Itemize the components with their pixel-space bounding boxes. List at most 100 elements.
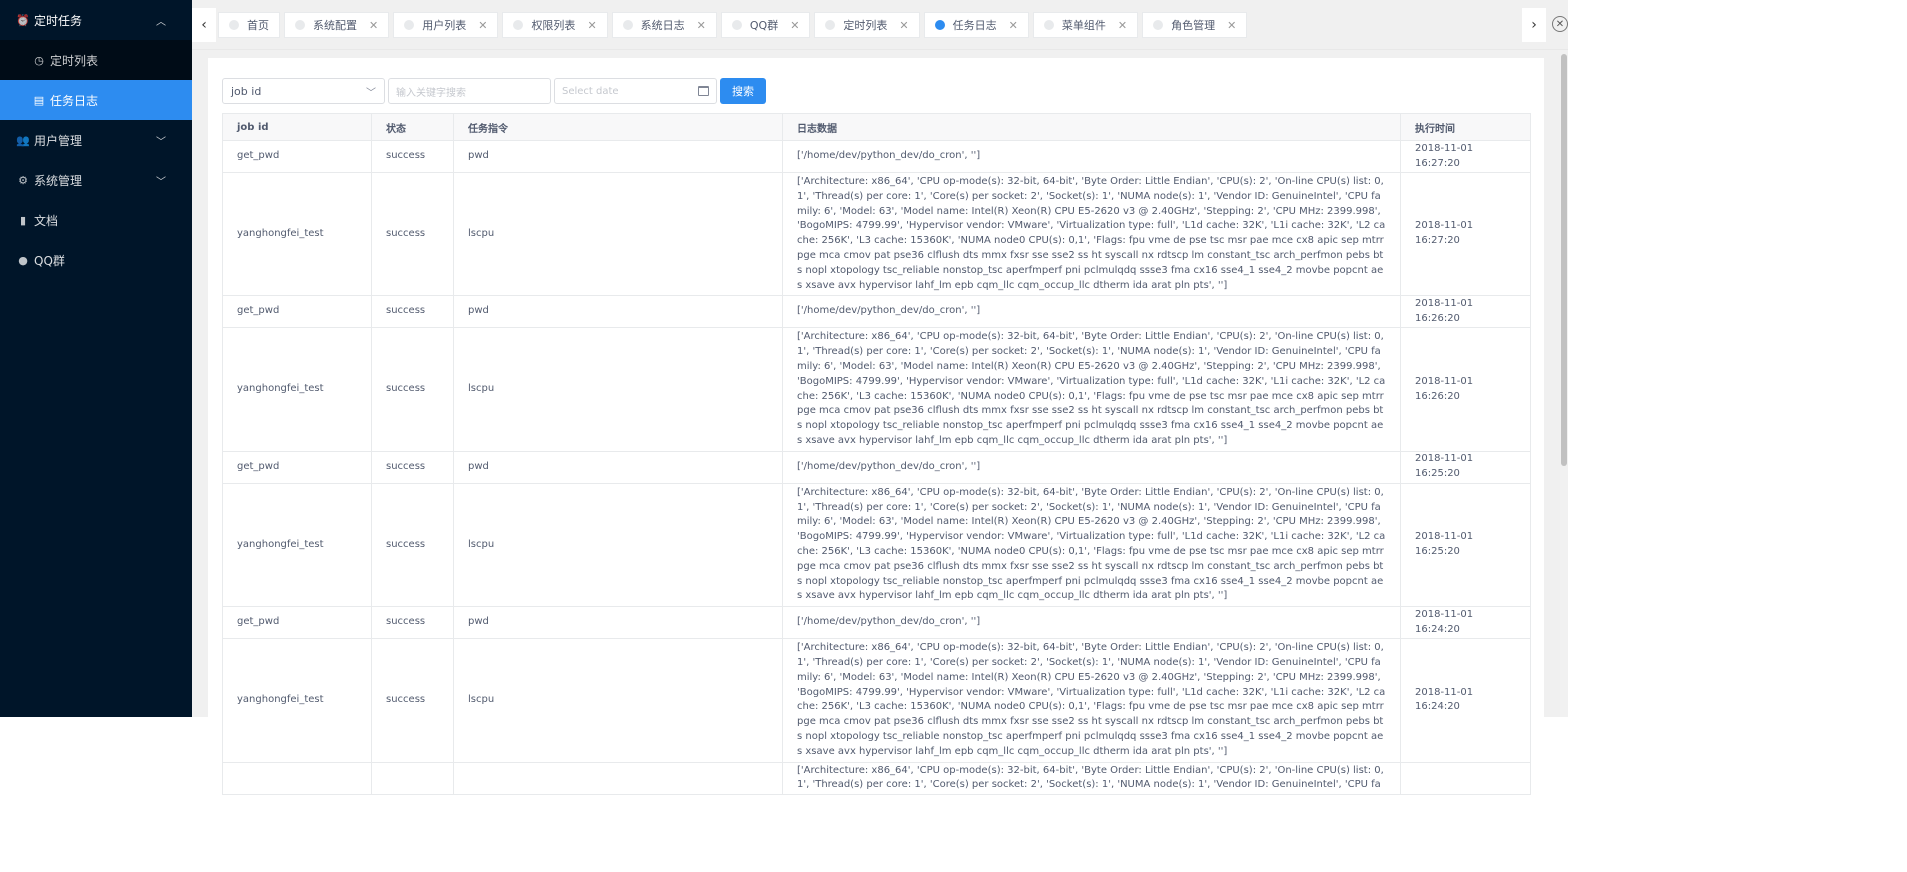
- sidebar: ⏰ 定时任务 ︿ ◷ 定时列表 ▤ 任务日志 👥 用户管理 ﹀ ⚙ 系统管理 ﹀…: [0, 0, 192, 717]
- cell-status: success: [371, 450, 454, 484]
- cell-job-id: get_pwd: [222, 606, 372, 640]
- cell-log: ['Architecture: x86_64', 'CPU op-mode(s)…: [782, 761, 1401, 795]
- cell-time: 2018-11-01 16:27:20: [1400, 171, 1531, 297]
- close-icon[interactable]: ✕: [1009, 19, 1018, 32]
- col-header-command[interactable]: 任务指令: [453, 113, 783, 141]
- col-header-log[interactable]: 日志数据: [782, 113, 1401, 141]
- table-row[interactable]: yanghongfei_test success lscpu ['Archite…: [222, 638, 1531, 763]
- tab-menu-components[interactable]: 菜单组件 ✕: [1032, 12, 1139, 38]
- tab-status-dot: [1043, 20, 1054, 30]
- menu-qq-group[interactable]: ● QQ群: [0, 240, 192, 280]
- tab-status-dot: [295, 20, 305, 30]
- table-row[interactable]: yanghongfei_test success lscpu ['Archite…: [222, 482, 1531, 608]
- date-placeholder: Select date: [562, 85, 619, 97]
- tab-label: 首页: [247, 19, 269, 32]
- cell-log: ['/home/dev/python_dev/do_cron', '']: [782, 606, 1401, 640]
- close-all-tabs-icon[interactable]: ✕: [1552, 16, 1568, 32]
- col-header-status[interactable]: 状态: [371, 113, 454, 141]
- table-row[interactable]: yanghongfei_test success lscpu ['Archite…: [222, 327, 1531, 452]
- close-icon[interactable]: ✕: [899, 19, 908, 32]
- tab-status-dot: [934, 20, 945, 30]
- tab-status-dot: [622, 20, 633, 30]
- tab-system-config[interactable]: 系统配置 ✕: [284, 12, 390, 38]
- cell-status: success: [371, 482, 454, 608]
- cell-command: pwd: [453, 295, 783, 329]
- qq-icon: ●: [18, 253, 28, 267]
- cell-status: success: [371, 295, 454, 329]
- cell-job-id: get_pwd: [222, 140, 372, 173]
- search-button[interactable]: 搜索: [720, 78, 766, 104]
- tab-scroll-right-button[interactable]: ›: [1522, 8, 1546, 42]
- close-icon[interactable]: ✕: [369, 19, 378, 32]
- close-icon[interactable]: ✕: [478, 19, 487, 32]
- tab-status-dot: [1153, 20, 1164, 30]
- table-row[interactable]: yanghongfei_test success lscpu ['Archite…: [222, 171, 1531, 297]
- menu-cron-jobs[interactable]: ⏰ 定时任务 ︿: [0, 0, 192, 40]
- tab-role-management[interactable]: 角色管理 ✕: [1142, 12, 1248, 38]
- cell-job-id: yanghongfei_test: [222, 482, 372, 608]
- task-log-table: job id 状态 任务指令 日志数据 执行时间 get_pwd success…: [222, 113, 1531, 795]
- cell-status: success: [371, 606, 454, 640]
- cell-log: ['Architecture: x86_64', 'CPU op-mode(s)…: [782, 482, 1401, 608]
- tab-scroll-left-button[interactable]: ‹: [192, 8, 216, 42]
- tab-label: 用户列表: [422, 19, 467, 32]
- document-icon: ▤: [33, 93, 45, 107]
- sidebar-item-cron-list[interactable]: ◷ 定时列表: [0, 40, 192, 80]
- submenu-cron: ◷ 定时列表 ▤ 任务日志: [0, 40, 192, 120]
- cell-time: [1400, 761, 1531, 795]
- table-row[interactable]: get_pwd success pwd ['/home/dev/python_d…: [222, 295, 1531, 329]
- close-icon[interactable]: ✕: [1118, 19, 1127, 32]
- col-header-job-id[interactable]: job id: [222, 113, 372, 141]
- cell-log: ['/home/dev/python_dev/do_cron', '']: [782, 140, 1401, 173]
- close-icon[interactable]: ✕: [790, 19, 799, 32]
- close-icon[interactable]: ✕: [697, 19, 706, 32]
- tab-label: 定时列表: [843, 19, 888, 32]
- close-icon[interactable]: ✕: [587, 19, 596, 32]
- cell-log: ['Architecture: x86_64', 'CPU op-mode(s)…: [782, 638, 1401, 763]
- table-header-row: job id 状态 任务指令 日志数据 执行时间: [222, 113, 1531, 141]
- cell-command: lscpu: [453, 171, 783, 297]
- tab-label: 任务日志: [952, 19, 997, 32]
- page-scrollbar[interactable]: [1560, 50, 1568, 717]
- cell-command: lscpu: [453, 327, 783, 452]
- table-row[interactable]: get_pwd success pwd ['/home/dev/python_d…: [222, 450, 1531, 484]
- keyword-search-input[interactable]: 输入关键字搜索: [388, 78, 551, 104]
- menu-docs[interactable]: ▮ 文档: [0, 200, 192, 240]
- cell-command: lscpu: [453, 482, 783, 608]
- cell-log: ['/home/dev/python_dev/do_cron', '']: [782, 450, 1401, 484]
- cell-job-id: [222, 761, 372, 795]
- table-row[interactable]: get_pwd success pwd ['/home/dev/python_d…: [222, 140, 1531, 173]
- scrollbar-thumb[interactable]: [1561, 54, 1567, 466]
- tab-system-log[interactable]: 系统日志 ✕: [611, 12, 717, 38]
- tab-task-log[interactable]: 任务日志 ✕: [923, 12, 1029, 38]
- cell-job-id: yanghongfei_test: [222, 171, 372, 297]
- cell-time: 2018-11-01 16:26:20: [1400, 327, 1531, 452]
- cell-time: 2018-11-01 16:24:20: [1400, 606, 1531, 640]
- cell-command: pwd: [453, 140, 783, 173]
- search-toolbar: job id ﹀ 输入关键字搜索 Select date 搜索: [222, 78, 766, 104]
- field-select[interactable]: job id ﹀: [222, 78, 385, 104]
- book-icon: ▮: [19, 213, 27, 227]
- chevron-up-icon: ︿: [156, 17, 166, 28]
- cell-command: pwd: [453, 450, 783, 484]
- table-row[interactable]: get_pwd success pwd ['/home/dev/python_d…: [222, 606, 1531, 640]
- tab-qq-group[interactable]: QQ群 ✕: [720, 12, 811, 38]
- calendar-icon: [698, 86, 709, 96]
- tab-label: QQ群: [749, 19, 779, 32]
- sidebar-item-task-log[interactable]: ▤ 任务日志: [0, 80, 192, 120]
- tab-permission-list[interactable]: 权限列表 ✕: [502, 12, 608, 38]
- cell-time: 2018-11-01 16:27:20: [1400, 140, 1531, 173]
- tab-cron-list[interactable]: 定时列表 ✕: [814, 12, 920, 38]
- tab-user-list[interactable]: 用户列表 ✕: [393, 12, 499, 38]
- col-header-time[interactable]: 执行时间: [1400, 113, 1531, 141]
- tab-home[interactable]: 首页: [218, 12, 280, 38]
- cell-time: 2018-11-01 16:26:20: [1400, 295, 1531, 329]
- menu-system-management[interactable]: ⚙ 系统管理 ﹀: [0, 160, 192, 200]
- menu-user-management[interactable]: 👥 用户管理 ﹀: [0, 120, 192, 160]
- table-row[interactable]: ['Architecture: x86_64', 'CPU op-mode(s)…: [222, 761, 1531, 795]
- clock-icon: ◷: [34, 53, 44, 67]
- close-icon[interactable]: ✕: [1227, 19, 1236, 32]
- date-picker[interactable]: Select date: [554, 78, 717, 104]
- cell-time: 2018-11-01 16:24:20: [1400, 638, 1531, 763]
- menu-label: 用户管理: [34, 133, 83, 148]
